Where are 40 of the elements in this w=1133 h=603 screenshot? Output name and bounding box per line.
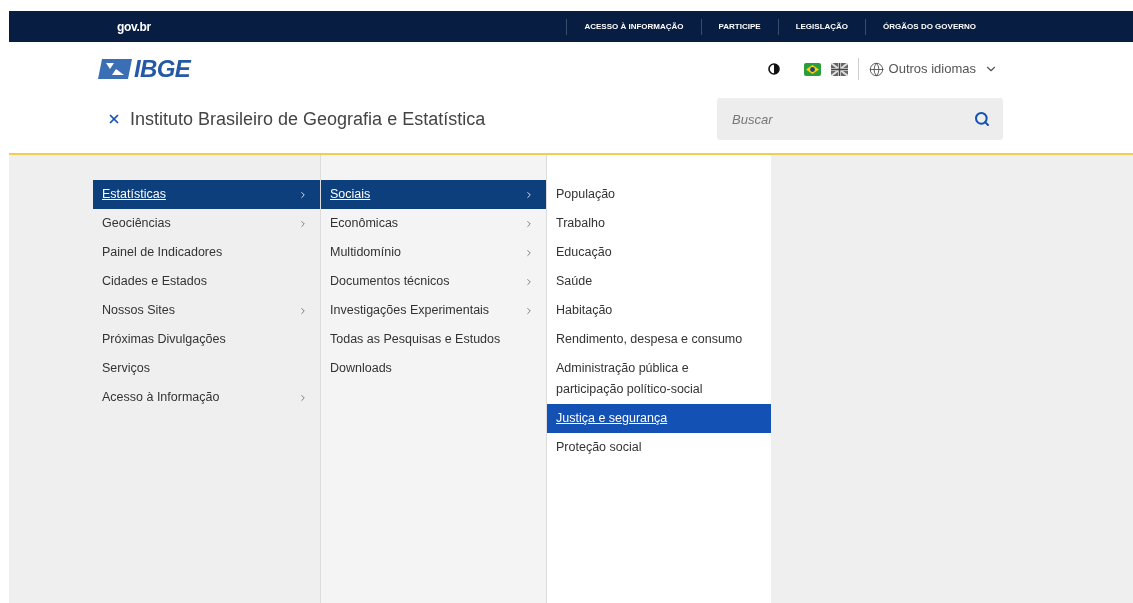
site-title: Instituto Brasileiro de Geografia e Estatística — [130, 107, 486, 131]
brand-logo[interactable]: gov.br — [117, 17, 151, 36]
logo-text[interactable]: IBGE — [134, 51, 191, 87]
menu-item[interactable]: Investigações Experimentais — [321, 296, 546, 325]
menu-item[interactable]: Acesso à Informação — [93, 383, 320, 412]
brazil-flag-icon[interactable] — [803, 62, 821, 76]
menu-item[interactable]: Saúde — [547, 267, 771, 296]
menu-item[interactable]: Proteção social — [547, 433, 771, 462]
top-link[interactable]: LEGISLAÇÃO — [777, 18, 866, 35]
contrast-icon[interactable] — [767, 63, 780, 75]
menu-item[interactable]: Habitação — [547, 296, 771, 325]
close-icon[interactable] — [107, 112, 121, 126]
globe-icon — [868, 61, 884, 77]
menu-item[interactable]: Nossos Sites — [93, 296, 320, 325]
top-link[interactable]: PARTICIPE — [700, 18, 778, 35]
top-link[interactable]: ÓRGÃOS DO GOVERNO — [865, 18, 993, 35]
menu-item[interactable]: Sociais — [321, 180, 546, 209]
language-menu[interactable]: Outros idiomas — [868, 59, 998, 79]
menu-item[interactable]: Geociências — [93, 209, 320, 238]
menu-item[interactable]: Todas as Pesquisas e Estudos — [321, 325, 546, 354]
menu-item[interactable]: Rendimento, despesa e consumo — [547, 325, 771, 354]
menu-item[interactable]: Administração pública e participação político-social — [547, 354, 771, 404]
menu-item[interactable]: Trabalho — [547, 209, 771, 238]
menu-item[interactable]: Econômicas — [321, 209, 546, 238]
menu-item[interactable]: Próximas Divulgações — [93, 325, 320, 354]
menu-item[interactable]: Justiça e segurança — [547, 404, 771, 433]
menu-item[interactable]: Educação — [547, 238, 771, 267]
search-icon[interactable] — [974, 111, 990, 127]
menu-item[interactable]: Estatísticas — [93, 180, 320, 209]
menu-item[interactable]: Cidades e Estados — [93, 267, 320, 296]
menu-item[interactable]: Painel de Indicadores — [93, 238, 320, 267]
menu-item[interactable]: Serviços — [93, 354, 320, 383]
menu-item[interactable]: Multidomínio — [321, 238, 546, 267]
menu-item[interactable]: Documentos técnicos — [321, 267, 546, 296]
uk-flag-icon[interactable] — [830, 62, 848, 76]
top-link[interactable]: ACESSO À INFORMAÇÃO — [566, 18, 701, 35]
menu-item[interactable]: Downloads — [321, 354, 546, 383]
search-field[interactable]: Buscar — [717, 98, 1003, 140]
logo-icon — [98, 59, 132, 79]
menu-item[interactable]: População — [547, 180, 771, 209]
